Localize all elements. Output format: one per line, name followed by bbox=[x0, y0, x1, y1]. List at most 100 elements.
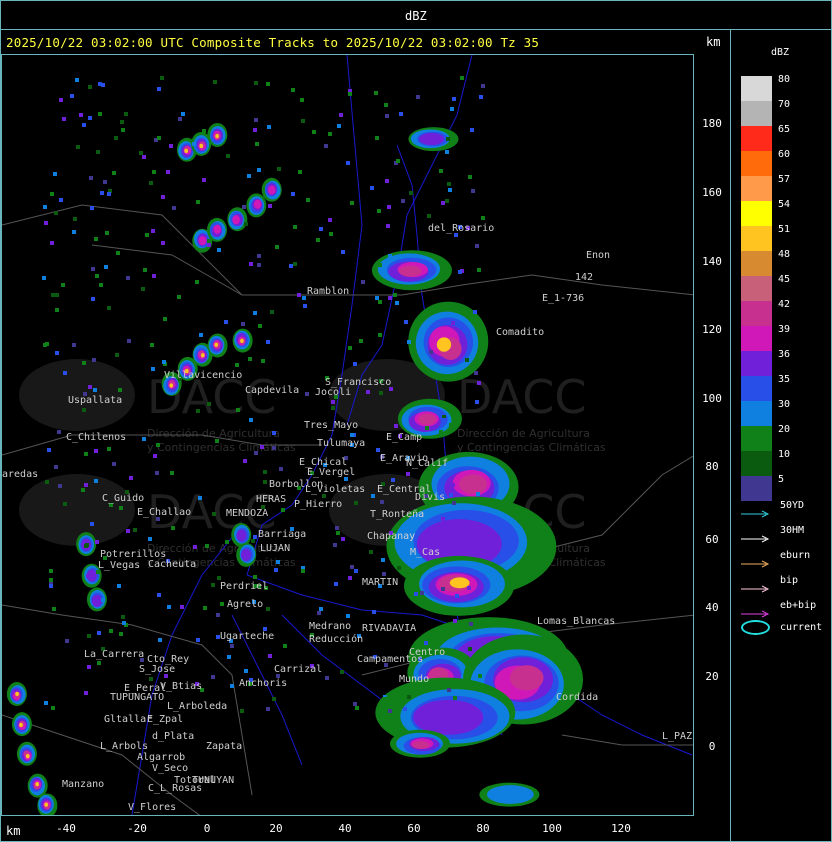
echo-pixel bbox=[301, 569, 305, 573]
echo-pixel bbox=[369, 550, 373, 554]
echo-pixel bbox=[447, 688, 451, 692]
place-label: LUJAN bbox=[260, 543, 290, 554]
place-label: C_L_Rosas bbox=[148, 783, 202, 794]
place-label: C_Guido bbox=[102, 493, 144, 504]
echo-pixel bbox=[312, 130, 316, 134]
legend-level-label: 51 bbox=[778, 224, 791, 235]
echo-pixel bbox=[120, 120, 124, 124]
echo-pixel bbox=[267, 125, 271, 129]
echo-pixel bbox=[44, 221, 48, 225]
echo-pixel bbox=[251, 539, 255, 543]
place-label: Algarrob bbox=[137, 752, 185, 763]
echo-pixel bbox=[270, 310, 274, 314]
echo-pixel bbox=[220, 602, 224, 606]
echo-pixel bbox=[333, 543, 337, 547]
legend-level-label: 45 bbox=[778, 274, 791, 285]
echo-pixel bbox=[469, 622, 473, 626]
echo-pixel bbox=[94, 237, 98, 241]
echo-pixel bbox=[170, 471, 174, 475]
echo-pixel bbox=[254, 81, 258, 85]
echo-pixel bbox=[82, 123, 86, 127]
echo-pixel bbox=[376, 448, 380, 452]
echo-pixel bbox=[397, 566, 401, 570]
echo-pixel bbox=[453, 546, 457, 550]
echo-pixel bbox=[442, 418, 446, 422]
echo-pixel bbox=[227, 655, 231, 659]
radar-map[interactable]: DACC Dirección de Agricultura y Contingenc… bbox=[1, 54, 694, 816]
echo-pixel bbox=[72, 230, 76, 234]
legend-swatch bbox=[741, 226, 772, 251]
echo-pixel bbox=[319, 607, 323, 611]
echo-pixel bbox=[409, 191, 413, 195]
echo-pixel bbox=[348, 576, 352, 580]
echo-pixel bbox=[283, 644, 287, 648]
echo-pixel bbox=[475, 244, 479, 248]
echo-pixel bbox=[127, 339, 131, 343]
echo-pixel bbox=[95, 274, 99, 278]
echo-pixel bbox=[97, 631, 101, 635]
echo-pixel bbox=[448, 188, 452, 192]
echo-pixel bbox=[91, 297, 95, 301]
echo-pixel bbox=[450, 107, 454, 111]
y-tick-label: 80 bbox=[705, 460, 719, 473]
echo-pixel bbox=[192, 142, 196, 146]
echo-pixel bbox=[301, 119, 305, 123]
echo-pixel bbox=[279, 467, 283, 471]
echo-pixel bbox=[425, 426, 429, 430]
echo-pixel bbox=[453, 619, 457, 623]
place-label: T_Ronteña bbox=[370, 509, 424, 520]
echo-pixel bbox=[90, 206, 94, 210]
legend-level-label: 80 bbox=[778, 74, 791, 85]
echo-pixel bbox=[276, 560, 280, 564]
echo-pixel bbox=[317, 611, 321, 615]
echo-pixel bbox=[133, 528, 137, 532]
echo-pixel bbox=[240, 709, 244, 713]
echo-pixel bbox=[43, 343, 47, 347]
echo-pixel bbox=[117, 584, 121, 588]
echo-pixel bbox=[477, 381, 481, 385]
echo-cell bbox=[213, 224, 222, 234]
track-label: bip bbox=[780, 575, 799, 586]
radar-canvas: DACCDirección de Agriculturay Contingenc… bbox=[2, 55, 693, 815]
echo-pixel bbox=[196, 409, 200, 413]
echo-pixel bbox=[49, 584, 53, 588]
echo-pixel bbox=[50, 241, 54, 245]
place-label: 142 bbox=[575, 272, 593, 283]
echo-pixel bbox=[142, 437, 146, 441]
echo-pixel bbox=[145, 233, 149, 237]
place-label: Reducción bbox=[309, 633, 363, 645]
echo-pixel bbox=[449, 423, 453, 427]
y-tick-label: 100 bbox=[702, 392, 722, 405]
place-label: V_Flores bbox=[128, 802, 176, 813]
echo-cell bbox=[412, 741, 430, 749]
echo-cell bbox=[241, 548, 252, 561]
unit-title: dBZ bbox=[405, 9, 427, 23]
echo-pixel bbox=[261, 359, 265, 363]
echo-cell bbox=[232, 215, 240, 225]
echo-pixel bbox=[407, 340, 411, 344]
echo-pixel bbox=[403, 707, 407, 711]
echo-pixel bbox=[226, 154, 230, 158]
echo-pixel bbox=[475, 400, 479, 404]
y-tick-label: 160 bbox=[702, 186, 722, 199]
legend-title: dBZ bbox=[771, 47, 790, 58]
echo-pixel bbox=[49, 569, 53, 573]
echo-pixel bbox=[378, 300, 382, 304]
echo-pixel bbox=[378, 333, 382, 337]
echo-pixel bbox=[266, 607, 270, 611]
echo-pixel bbox=[162, 360, 166, 364]
place-label: L_Vegas bbox=[98, 560, 140, 571]
echo-pixel bbox=[217, 576, 221, 580]
echo-pixel bbox=[340, 670, 344, 674]
y-tick-label: 0 bbox=[708, 740, 716, 753]
echo-pixel bbox=[293, 262, 297, 266]
echo-pixel bbox=[87, 665, 91, 669]
echo-cell bbox=[236, 529, 247, 542]
echo-pixel bbox=[293, 225, 297, 229]
place-label: Anchoris bbox=[239, 678, 287, 689]
echo-pixel bbox=[156, 443, 160, 447]
echo-cell bbox=[35, 781, 39, 787]
echo-pixel bbox=[353, 362, 357, 366]
echo-pixel bbox=[98, 82, 102, 86]
echo-pixel bbox=[51, 293, 55, 297]
